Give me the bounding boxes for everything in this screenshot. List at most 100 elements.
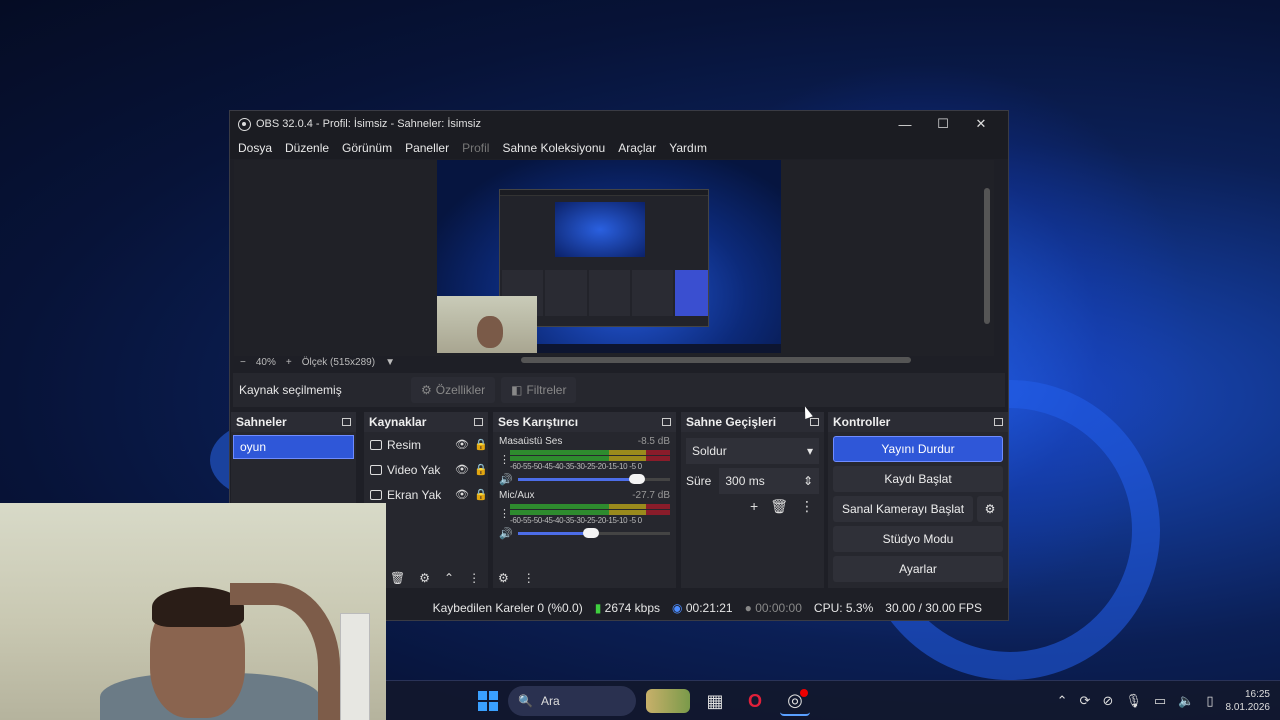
record-icon: ● xyxy=(744,601,752,615)
menu-docks[interactable]: Paneller xyxy=(405,141,449,155)
lock-icon[interactable]: 🔒 xyxy=(474,438,488,451)
channel-name: Mic/Aux xyxy=(499,490,535,501)
speaker-icon[interactable]: 🔊 xyxy=(499,527,513,540)
virtual-camera-settings-icon[interactable]: ⚙ xyxy=(977,496,1003,522)
menu-help[interactable]: Yardım xyxy=(669,141,707,155)
undock-icon[interactable] xyxy=(342,418,351,426)
widgets-icon[interactable] xyxy=(646,689,690,713)
undock-icon[interactable] xyxy=(662,418,671,426)
virtual-camera-button[interactable]: Sanal Kamerayı Başlat xyxy=(833,496,973,522)
clock-time: 16:25 xyxy=(1244,689,1270,700)
chevron-up-icon[interactable]: ⌃ xyxy=(444,571,454,585)
opera-icon[interactable]: O xyxy=(740,686,770,716)
kebab-menu-icon[interactable]: ⋮ xyxy=(523,571,535,585)
duration-label: Süre xyxy=(686,474,712,488)
eye-icon[interactable]: 👁 xyxy=(455,438,469,451)
undock-icon[interactable] xyxy=(810,418,819,426)
studio-mode-button[interactable]: Stüdyo Modu xyxy=(833,526,1003,552)
transition-select[interactable]: Soldur ▾ xyxy=(686,438,819,464)
cpu-usage: CPU: 5.3% xyxy=(813,601,874,615)
channel-db: -8.5 dB xyxy=(637,436,670,447)
menu-tools[interactable]: Araçlar xyxy=(618,141,656,155)
trash-icon[interactable]: 🗑 xyxy=(390,571,405,585)
filters-button[interactable]: ◧ Filtreler xyxy=(501,377,577,403)
kebab-menu-icon[interactable]: ⋮ xyxy=(499,455,510,466)
network-icon[interactable]: ▭ xyxy=(1154,693,1166,709)
meter-ticks: -60-55-50-45-40-35-30-25-20-15-10 -5 0 xyxy=(510,516,642,525)
menu-scene-collection[interactable]: Sahne Koleksiyonu xyxy=(502,141,605,155)
undock-icon[interactable] xyxy=(994,418,1003,426)
scene-item[interactable]: oyun xyxy=(233,435,354,459)
no-source-label: Kaynak seçilmemiş xyxy=(239,383,342,397)
close-button[interactable]: ✕ xyxy=(962,116,1000,132)
add-icon[interactable]: + xyxy=(750,498,758,515)
eye-icon[interactable]: 👁 xyxy=(455,463,469,476)
stream-time: 00:21:21 xyxy=(685,601,733,615)
mixer-footer: ⚙ ⋮ xyxy=(498,568,535,588)
stepper-arrows-icon[interactable]: ⇕ xyxy=(803,474,813,488)
volume-icon[interactable]: 🔈 xyxy=(1178,693,1194,709)
file-explorer-icon[interactable]: ▦ xyxy=(700,686,730,716)
source-name: Ekran Yak xyxy=(387,487,442,502)
maximize-button[interactable]: ☐ xyxy=(924,116,962,132)
menu-view[interactable]: Görünüm xyxy=(342,141,392,155)
gear-icon[interactable]: ⚙ xyxy=(419,571,430,585)
zoom-bar: − 40% + Ölçek (515x289) ▼ xyxy=(234,355,994,369)
undock-icon[interactable] xyxy=(474,418,483,426)
camera-icon xyxy=(370,464,382,475)
properties-button[interactable]: ⚙ Özellikler xyxy=(411,377,496,403)
meter-ticks: -60-55-50-45-40-35-30-25-20-15-10 -5 0 xyxy=(510,462,642,471)
preview-area[interactable] xyxy=(234,160,994,363)
eye-icon[interactable]: 👁 xyxy=(455,488,469,501)
kebab-menu-icon[interactable]: ⋮ xyxy=(499,509,510,520)
controls-dock: Kontroller Yayını Durdur Kaydı Başlat Sa… xyxy=(828,412,1008,588)
hidden-icon[interactable]: ⊘ xyxy=(1102,693,1113,709)
preview-taskbar xyxy=(537,344,781,353)
start-record-button[interactable]: Kaydı Başlat xyxy=(833,466,1003,492)
minimize-button[interactable]: — xyxy=(886,117,924,132)
speaker-icon[interactable]: 🔊 xyxy=(499,473,513,486)
clock[interactable]: 16:25 8.01.2026 xyxy=(1226,688,1271,714)
lock-icon[interactable]: 🔒 xyxy=(474,488,488,501)
duration-stepper[interactable]: 300 ms ⇕ xyxy=(719,468,819,494)
zoom-out-button[interactable]: − xyxy=(240,357,246,368)
menu-file[interactable]: Dosya xyxy=(238,141,272,155)
transitions-title: Sahne Geçişleri xyxy=(686,415,777,429)
image-icon xyxy=(370,439,382,450)
kebab-menu-icon[interactable]: ⋮ xyxy=(468,571,480,585)
scenes-title: Sahneler xyxy=(236,415,287,429)
zoom-in-button[interactable]: + xyxy=(286,357,292,368)
windows-start-icon[interactable] xyxy=(478,691,498,711)
search-box[interactable]: 🔍 Ara xyxy=(508,686,636,716)
windows-taskbar: 🔍 Ara ▦ O ◎ ⌃ ⟳ ⊘ 🎙 ▭ 🔈 ▯ 16:25 8.01.202… xyxy=(386,680,1280,720)
search-icon: 🔍 xyxy=(518,694,533,708)
stop-stream-button[interactable]: Yayını Durdur xyxy=(833,436,1003,462)
volume-slider[interactable] xyxy=(518,474,670,484)
source-row[interactable]: Resim 👁 🔒 xyxy=(364,432,488,457)
preview-webcam xyxy=(437,296,537,353)
sync-icon[interactable]: ⟳ xyxy=(1080,693,1091,709)
menu-edit[interactable]: Düzenle xyxy=(285,141,329,155)
monitor-icon xyxy=(370,489,382,500)
preview-vertical-scrollbar[interactable] xyxy=(984,188,990,324)
microphone-icon[interactable]: 🎙 xyxy=(1125,693,1142,709)
chevron-up-icon[interactable]: ⌃ xyxy=(1057,693,1068,709)
settings-button[interactable]: Ayarlar xyxy=(833,556,1003,582)
menu-profile[interactable]: Profil xyxy=(462,141,489,155)
advanced-audio-icon[interactable]: ⚙ xyxy=(498,571,509,585)
volume-slider[interactable] xyxy=(518,528,670,538)
chevron-down-icon[interactable]: ▼ xyxy=(385,357,395,368)
zoom-value: 40% xyxy=(255,356,276,368)
lock-icon[interactable]: 🔒 xyxy=(474,463,488,476)
scale-select[interactable]: Ölçek (515x289) xyxy=(302,357,375,368)
mixer-channel: Mic/Aux -27.7 dB ⋮ -60-55-50-45-40-35-30-… xyxy=(493,486,676,540)
webcam-overlay xyxy=(0,503,386,720)
preview-canvas[interactable] xyxy=(437,160,781,353)
trash-icon[interactable]: 🗑 xyxy=(770,498,788,515)
broadcast-icon: ◉ xyxy=(672,601,683,615)
battery-icon[interactable]: ▯ xyxy=(1206,693,1213,709)
gear-icon: ⚙ xyxy=(421,383,432,397)
source-row[interactable]: Video Yak 👁 🔒 xyxy=(364,457,488,482)
kebab-menu-icon[interactable]: ⋮ xyxy=(800,498,814,515)
obs-taskbar-icon[interactable]: ◎ xyxy=(780,686,810,716)
